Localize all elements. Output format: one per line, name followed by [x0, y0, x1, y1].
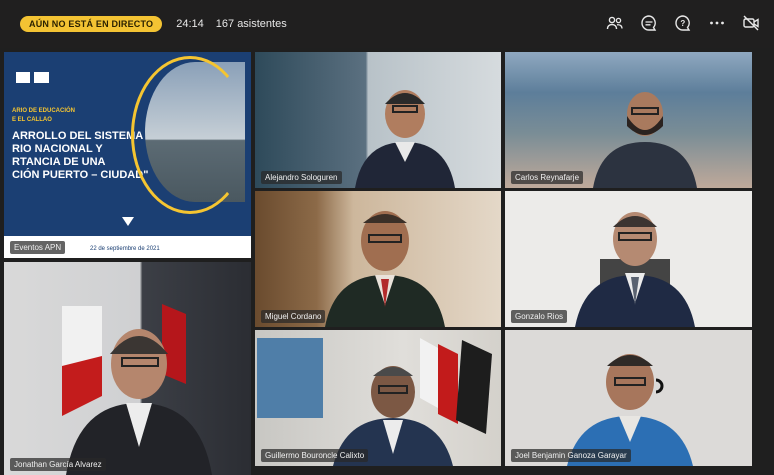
slide-subtitle-line1: ARIO DE EDUCACIÓN: [12, 108, 76, 114]
participant-video-tile[interactable]: Carlos Reynafarje: [505, 52, 752, 188]
participant-silhouette: [355, 90, 455, 188]
participant-video-tile[interactable]: Miguel Cordano: [255, 191, 501, 327]
participant-name: Guillermo Bouroncle Calixto: [261, 449, 369, 462]
shared-presentation-tile[interactable]: ARIO DE EDUCACIÓN E EL CALLAO ARROLLO DE…: [4, 52, 251, 258]
video-grid: ARIO DE EDUCACIÓN E EL CALLAO ARROLLO DE…: [0, 50, 774, 475]
slide-title-line1: ARROLLO DEL SISTEMA: [12, 130, 144, 142]
participant-video-tile[interactable]: Gonzalo Rios: [505, 191, 752, 327]
slide-title-line4: CIÓN PUERTO – CIUDAD": [12, 169, 149, 181]
attendee-count[interactable]: 167 asistentes: [216, 18, 287, 30]
live-status-badge: AÚN NO ESTÁ EN DIRECTO: [20, 16, 163, 32]
slide-title-line2: RIO NACIONAL Y: [12, 143, 103, 155]
participant-name: Joel Benjamin Ganoza Garayar: [511, 449, 631, 462]
participant-name: Alejandro Sologuren: [261, 171, 342, 184]
chat-icon[interactable]: [640, 14, 658, 32]
participant-video-tile[interactable]: Joel Benjamin Ganoza Garayar: [505, 330, 752, 466]
qa-icon[interactable]: ?: [674, 14, 692, 32]
meeting-toolbar: AÚN NO ESTÁ EN DIRECTO 24:14 167 asisten…: [0, 0, 774, 48]
more-icon[interactable]: [708, 14, 726, 32]
slide-title-line3: RTANCIA DE UNA: [12, 156, 106, 168]
participant-silhouette: [257, 338, 492, 466]
meeting-timer: 24:14: [176, 18, 204, 30]
decorative-ring: [131, 56, 249, 214]
participant-silhouette: [62, 304, 212, 475]
participant-silhouette: [593, 92, 697, 188]
participant-name: Carlos Reynafarje: [511, 171, 584, 184]
participant-name: Gonzalo Rios: [511, 310, 568, 323]
participant-video-tile[interactable]: Jonathan García Alvarez: [4, 262, 251, 475]
participant-silhouette: [325, 211, 445, 327]
participant-silhouette: [575, 212, 695, 327]
participant-silhouette: [567, 354, 693, 466]
apn-logo: [33, 72, 50, 83]
participant-video-tile[interactable]: Alejandro Sologuren: [255, 52, 501, 188]
participant-video-tile[interactable]: Guillermo Bouroncle Calixto: [255, 330, 501, 466]
ministry-logo: [16, 72, 30, 83]
decorative-triangle: [122, 217, 134, 226]
slide-date: 22 de septiembre de 2021: [90, 246, 160, 252]
camera-off-icon[interactable]: [742, 14, 760, 32]
svg-text:?: ?: [680, 19, 685, 28]
participant-name: Eventos APN: [10, 241, 66, 254]
people-icon[interactable]: [606, 14, 624, 32]
slide-subtitle-line2: E EL CALLAO: [12, 117, 52, 123]
participant-name: Jonathan García Alvarez: [10, 458, 106, 471]
participant-name: Miguel Cordano: [261, 310, 326, 323]
